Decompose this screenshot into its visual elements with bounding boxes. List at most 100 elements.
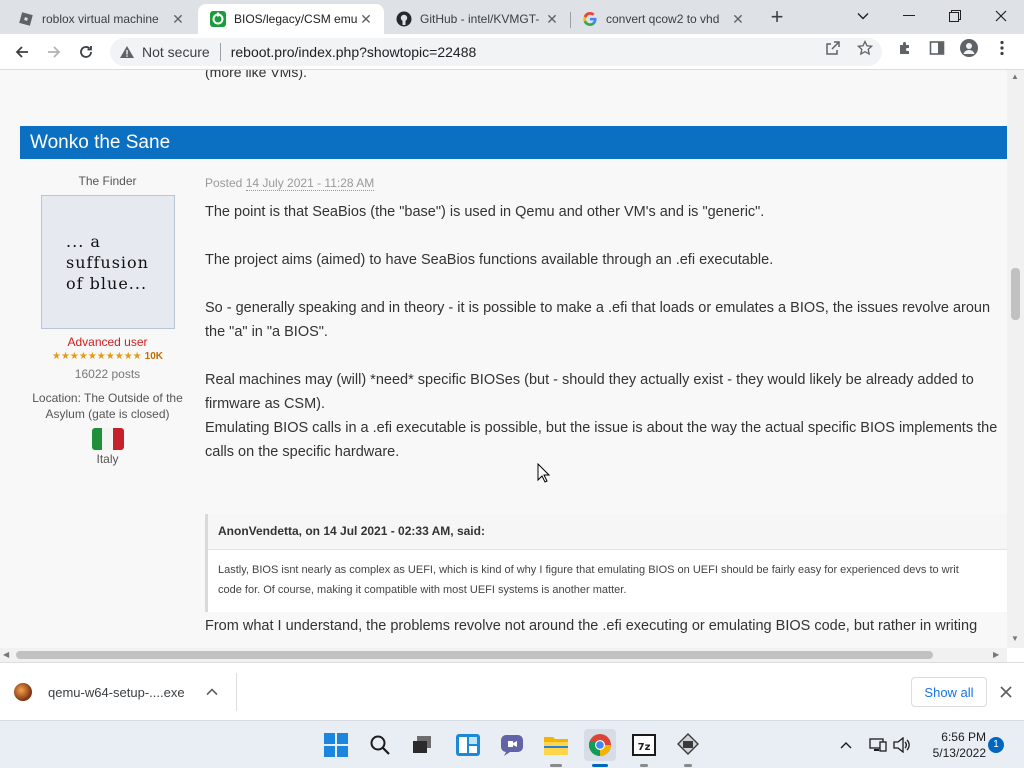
address-divider xyxy=(219,43,221,61)
arrow-left-icon xyxy=(15,46,28,58)
menu-kebab-icon[interactable] xyxy=(993,39,1011,57)
system-clock[interactable]: 6:56 PM 5/13/2022 xyxy=(916,729,986,761)
7zip-icon[interactable]: 7z xyxy=(628,729,660,761)
minimize-icon xyxy=(903,15,915,16)
reload-button[interactable] xyxy=(72,38,100,66)
post-paragraph: firmware as CSM). xyxy=(205,396,326,412)
file-explorer-icon[interactable] xyxy=(540,729,572,761)
roblox-icon xyxy=(18,11,34,27)
running-indicator xyxy=(640,764,648,767)
active-indicator xyxy=(592,764,608,767)
running-indicator xyxy=(550,764,562,767)
show-all-downloads-button[interactable]: Show all xyxy=(911,677,987,707)
scroll-up-arrow-icon[interactable]: ▲ xyxy=(1011,72,1019,81)
side-panel-icon[interactable] xyxy=(928,39,946,57)
extensions-puzzle-icon[interactable] xyxy=(896,39,914,57)
location-label: Location: xyxy=(32,391,85,405)
windows-taskbar: 7z 6:56 PM 5/13/2022 1 xyxy=(0,720,1024,768)
tab-bios[interactable]: BIOS/legacy/CSM emu ✕ xyxy=(198,4,384,34)
author-name-link[interactable]: Wonko the Sane xyxy=(30,132,170,154)
minimize-button[interactable] xyxy=(886,0,932,32)
close-tab-icon[interactable]: ✕ xyxy=(358,11,374,27)
user-location: Location: The Outside of the Asylum (gat… xyxy=(20,390,195,422)
tab-roblox[interactable]: roblox virtual machine ✕ xyxy=(6,4,196,34)
windows-start-icon[interactable] xyxy=(320,729,352,761)
task-view-icon[interactable] xyxy=(406,729,438,761)
github-icon xyxy=(396,11,412,27)
back-button[interactable] xyxy=(8,38,36,66)
avatar-text: ... a suffusion of blue... xyxy=(66,231,149,293)
scroll-right-arrow-icon[interactable]: ▶ xyxy=(993,650,999,659)
volume-icon[interactable] xyxy=(890,729,914,761)
warning-icon[interactable] xyxy=(118,43,136,61)
scroll-left-arrow-icon[interactable]: ◀ xyxy=(3,650,9,659)
horizontal-scroll-thumb[interactable] xyxy=(16,651,933,659)
close-tab-icon[interactable]: ✕ xyxy=(544,11,560,27)
tab-google-search[interactable]: convert qcow2 to vhd ✕ xyxy=(570,4,756,34)
clock-time: 6:56 PM xyxy=(941,730,986,744)
url-text[interactable]: reboot.pro/index.php?showtopic=22488 xyxy=(231,44,477,60)
avatar[interactable]: ... a suffusion of blue... xyxy=(40,195,175,329)
reboot-site-icon xyxy=(210,11,226,27)
post-author-bar: Wonko the Sane xyxy=(20,126,1007,159)
teams-chat-icon[interactable] xyxy=(496,729,528,761)
quote-header: AnonVendetta, on 14 Jul 2021 - 02:33 AM,… xyxy=(208,514,1007,550)
download-divider xyxy=(236,673,237,711)
google-icon xyxy=(582,11,598,27)
reload-icon xyxy=(80,46,92,58)
post-timestamp: Posted 14 July 2021 - 11:28 AM xyxy=(205,176,375,191)
bookmark-star-icon[interactable] xyxy=(856,39,874,57)
page-content: (more like VMs). Wonko the Sane The Find… xyxy=(0,70,1007,648)
close-tab-icon[interactable]: ✕ xyxy=(170,11,186,27)
post-paragraph: Emulating BIOS calls in a .efi executabl… xyxy=(205,420,998,436)
user-title: The Finder xyxy=(78,174,137,188)
user-country: Italy xyxy=(96,452,119,466)
vm-app-icon[interactable] xyxy=(672,729,704,761)
close-tab-icon[interactable]: ✕ xyxy=(730,11,746,27)
reputation-stars: ★★★★★★★★★★ 10K xyxy=(20,351,195,363)
svg-text:7z: 7z xyxy=(638,742,651,753)
user-group: Advanced user xyxy=(67,335,148,349)
search-icon[interactable] xyxy=(364,729,396,761)
arrow-right-icon xyxy=(48,46,61,58)
profile-avatar-icon[interactable] xyxy=(960,39,978,57)
posted-date: 14 July 2021 - 11:28 AM xyxy=(245,176,375,191)
running-indicator xyxy=(684,764,692,767)
post-paragraph: Real machines may (will) *need* specific… xyxy=(205,372,974,388)
close-window-button[interactable] xyxy=(978,0,1024,32)
tab-github[interactable]: GitHub - intel/KVMGT- ✕ xyxy=(384,4,570,34)
share-icon[interactable] xyxy=(824,39,842,57)
restore-icon xyxy=(949,10,961,22)
post-paragraph: The project aims (aimed) to have SeaBios… xyxy=(205,252,774,268)
address-bar[interactable]: Not secure reboot.pro/index.php?showtopi… xyxy=(110,38,882,66)
horizontal-scrollbar[interactable]: ◀ ▶ xyxy=(0,648,1007,662)
post-paragraph-after-quote: From what I understand, the problems rev… xyxy=(205,618,978,634)
browser-toolbar: Not secure reboot.pro/index.php?showtopi… xyxy=(0,34,1024,70)
scroll-down-arrow-icon[interactable]: ▼ xyxy=(1011,634,1019,643)
download-file-name: qemu-w64-setup-....exe xyxy=(48,684,185,700)
posted-label: Posted xyxy=(205,176,243,190)
close-icon[interactable] xyxy=(998,684,1014,700)
security-label[interactable]: Not secure xyxy=(142,44,210,60)
italy-flag-icon xyxy=(91,428,124,450)
quote-line: Lastly, BIOS isnt nearly as complex as U… xyxy=(218,564,959,576)
download-item[interactable]: qemu-w64-setup-....exe xyxy=(14,677,185,707)
chevron-down-icon xyxy=(857,13,869,20)
post-paragraph: So - generally speaking and in theory - … xyxy=(205,300,991,316)
download-bar: qemu-w64-setup-....exe Show all xyxy=(0,662,1024,720)
widgets-icon[interactable] xyxy=(452,729,484,761)
post-paragraph: calls on the specific hardware. xyxy=(205,444,400,460)
vertical-scrollbar[interactable]: ▲ ▼ xyxy=(1007,70,1024,648)
vertical-scroll-thumb[interactable] xyxy=(1011,268,1020,320)
restore-button[interactable] xyxy=(932,0,978,32)
tab-search-button[interactable] xyxy=(840,0,886,32)
quote-line: code for. Of course, making it compatibl… xyxy=(218,584,627,596)
post-paragraph: The point is that SeaBios (the "base") i… xyxy=(205,204,765,220)
chrome-icon[interactable] xyxy=(584,729,616,761)
forward-button[interactable] xyxy=(40,38,68,66)
network-icon[interactable] xyxy=(866,729,890,761)
chevron-up-icon[interactable] xyxy=(205,685,219,699)
new-tab-button[interactable]: + xyxy=(764,6,790,30)
chevron-up-icon[interactable] xyxy=(836,729,856,761)
notification-badge[interactable]: 1 xyxy=(988,737,1004,753)
